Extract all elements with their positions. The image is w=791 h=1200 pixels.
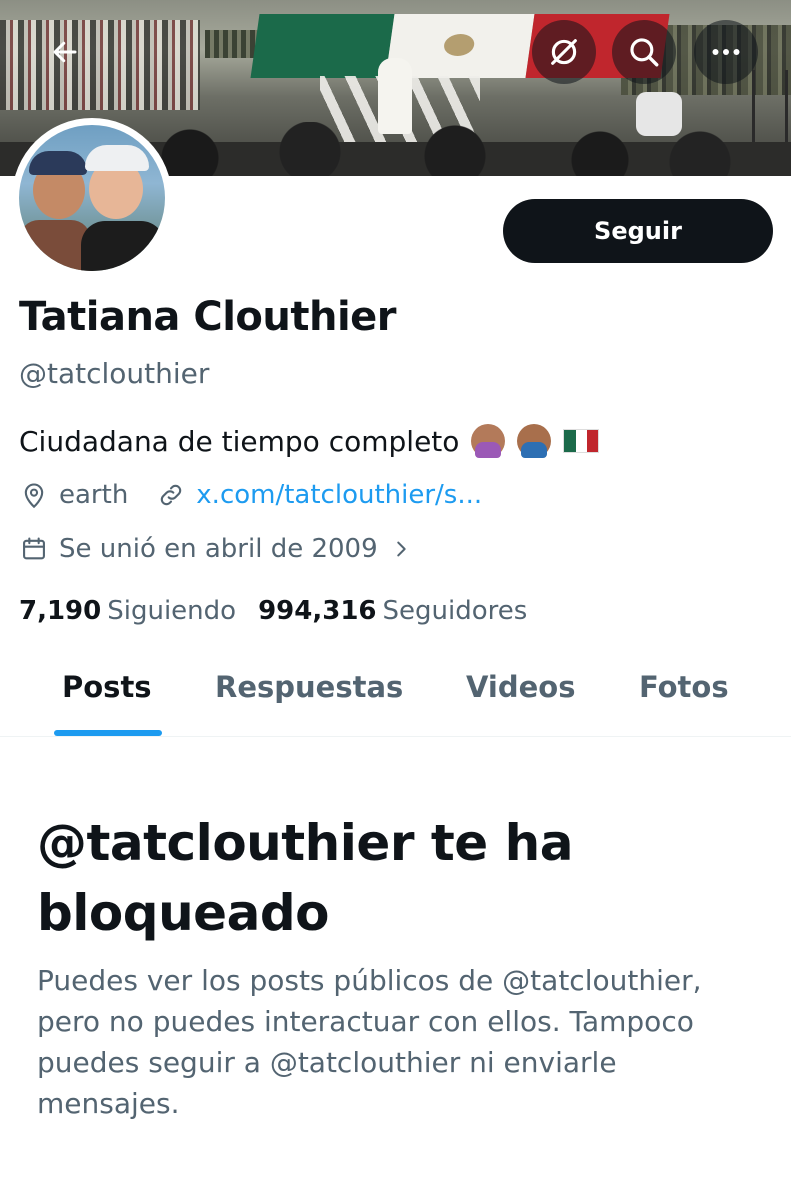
- profile-tabs: Posts Respuestas Videos Fotos: [0, 652, 791, 737]
- following-count: 7,190: [19, 596, 102, 626]
- link-icon: [156, 480, 186, 510]
- banner-crowd-left: [0, 20, 200, 110]
- following-stat[interactable]: 7,190 Siguiendo: [19, 596, 236, 626]
- back-button[interactable]: [32, 19, 98, 85]
- banner-flag: [250, 14, 670, 78]
- tab-fotos[interactable]: Fotos: [639, 670, 729, 704]
- man-raising-hand-emoji-icon: [517, 424, 552, 458]
- location-icon: [19, 480, 49, 510]
- tab-videos[interactable]: Videos: [466, 670, 576, 704]
- profile-handle: @tatclouthier: [19, 357, 210, 390]
- joined-row[interactable]: Se unió en abril de 2009: [19, 534, 426, 564]
- grok-button[interactable]: [532, 20, 596, 84]
- profile-name: Tatiana Clouthier: [19, 294, 397, 340]
- profile-meta-row: earth x.com/tatclouthier/s...: [19, 480, 482, 510]
- search-icon: [630, 38, 659, 67]
- followers-label: Seguidores: [382, 596, 528, 626]
- profile-location: earth: [59, 480, 129, 510]
- woman-raising-hand-emoji-icon: [471, 424, 506, 458]
- chevron-right-icon: [386, 534, 416, 564]
- calendar-icon: [19, 534, 49, 564]
- blocked-description: Puedes ver los posts públicos de @tatclo…: [37, 964, 702, 1120]
- blocked-title: @tatclouthier te ha bloqueado: [37, 814, 573, 942]
- follow-button[interactable]: Seguir: [503, 199, 773, 263]
- slashed-circle-icon: [551, 39, 577, 65]
- more-button[interactable]: [694, 20, 758, 84]
- profile-stats: 7,190 Siguiendo 994,316 Seguidores: [19, 596, 527, 626]
- following-label: Siguiendo: [107, 596, 237, 626]
- followers-stat[interactable]: 994,316 Seguidores: [258, 596, 527, 626]
- tab-posts[interactable]: Posts: [62, 670, 152, 704]
- active-tab-indicator: [54, 730, 162, 736]
- tab-respuestas[interactable]: Respuestas: [215, 670, 403, 704]
- mexico-flag-emoji-icon: [563, 429, 600, 453]
- profile-bio: Ciudadana de tiempo completo: [19, 424, 600, 458]
- search-button[interactable]: [612, 20, 676, 84]
- profile-website-link[interactable]: x.com/tatclouthier/s...: [196, 480, 482, 510]
- avatar[interactable]: [12, 118, 172, 278]
- bio-text: Ciudadana de tiempo completo: [19, 424, 460, 458]
- followers-count: 994,316: [258, 596, 377, 626]
- more-dots-icon: [712, 49, 740, 55]
- arrow-left-icon: [53, 41, 77, 63]
- profile-joined: Se unió en abril de 2009: [59, 534, 378, 564]
